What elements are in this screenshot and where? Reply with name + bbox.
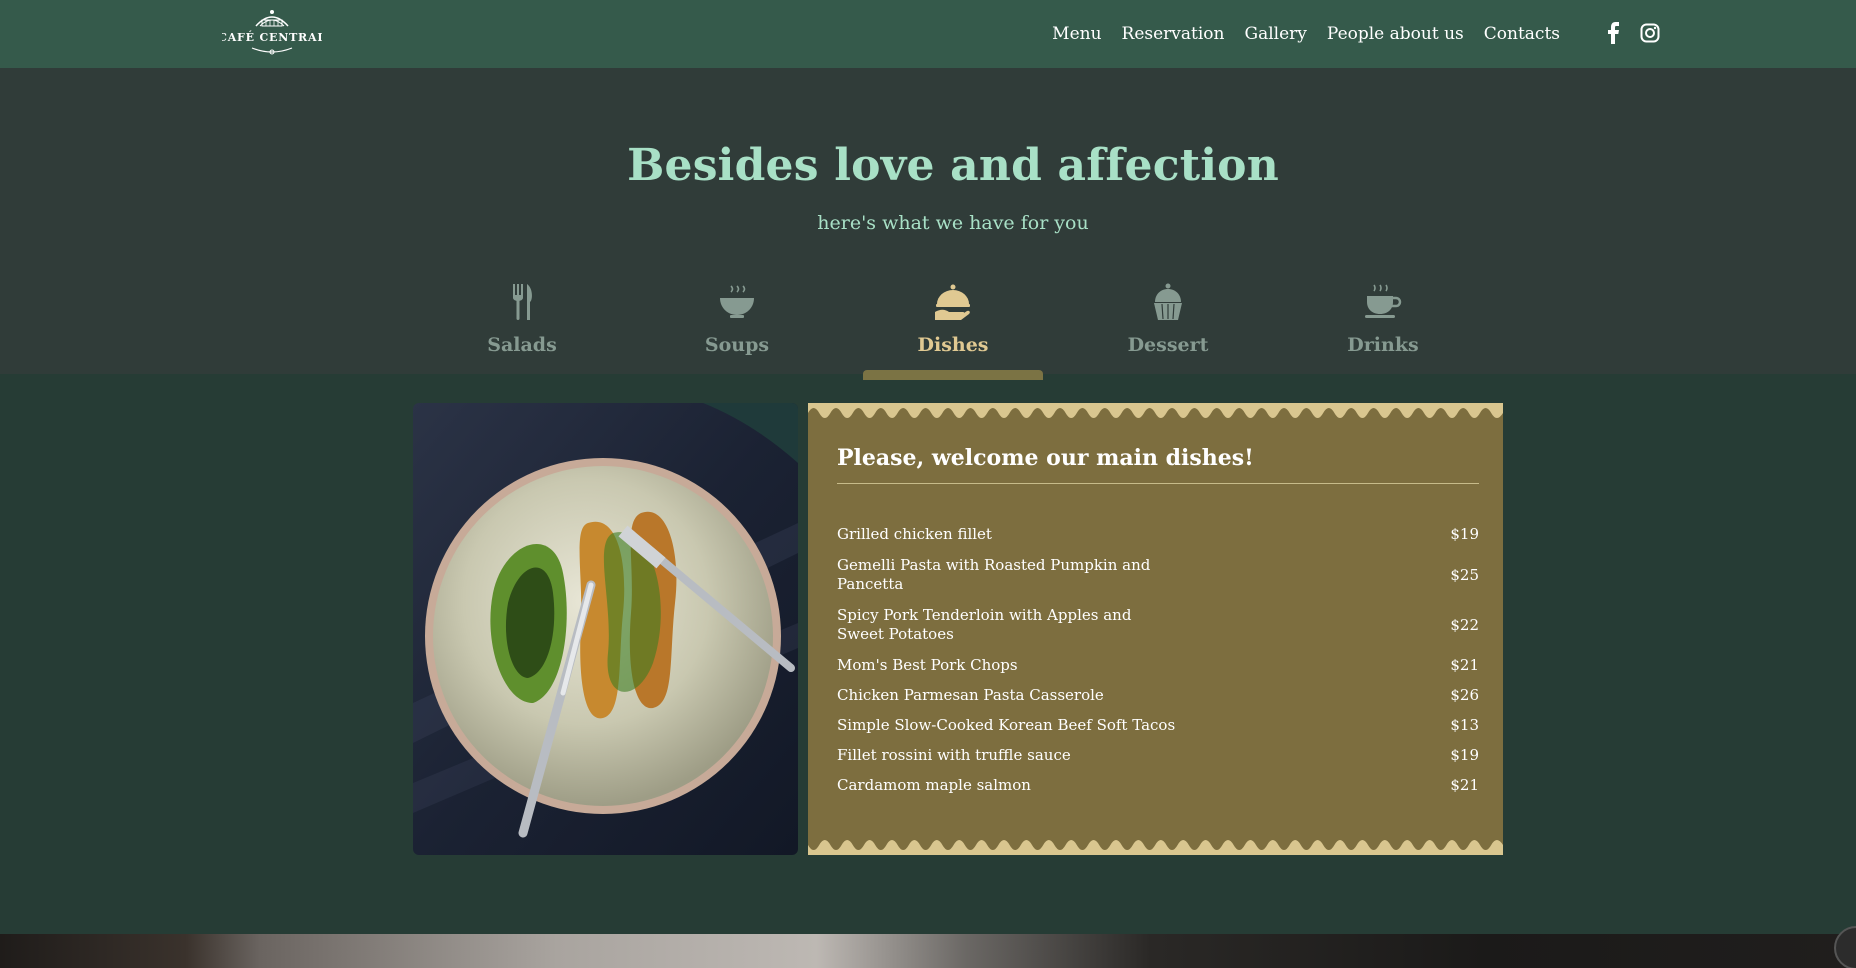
menu-item: Fillet rossini with truffle sauce $19 <box>837 745 1479 765</box>
serving-cloche-icon <box>933 282 973 322</box>
menu-item-name: Grilled chicken fillet <box>837 524 992 543</box>
nav-reservation[interactable]: Reservation <box>1122 24 1225 44</box>
nav-contacts[interactable]: Contacts <box>1484 24 1560 44</box>
menu-category-tabs: Salads Soups Dishes Dessert Drinks <box>0 274 1856 380</box>
logo-text: CAFÉ CENTRAL <box>222 30 322 44</box>
tab-label: Soups <box>704 334 770 356</box>
nav-people-about-us[interactable]: People about us <box>1327 24 1464 44</box>
page-title: Besides love and affection <box>627 140 1279 191</box>
menu-item-price: $21 <box>1450 656 1479 674</box>
tab-dishes[interactable]: Dishes <box>863 274 1043 380</box>
menu-item: Grilled chicken fillet $19 <box>837 523 1479 545</box>
menu-item: Simple Slow-Cooked Korean Beef Soft Taco… <box>837 715 1479 735</box>
page-subtitle: here's what we have for you <box>817 212 1089 234</box>
tab-drinks[interactable]: Drinks <box>1293 274 1473 374</box>
dish-photo <box>413 403 798 855</box>
menu-items-list: Grilled chicken fillet $19 Gemelli Pasta… <box>837 523 1479 805</box>
dishes-menu-card: Please, welcome our main dishes! Grilled… <box>808 403 1503 855</box>
site-header: CAFÉ CENTRAL Menu Reservation Gallery Pe… <box>0 0 1856 68</box>
cafe-central-logo[interactable]: CAFÉ CENTRAL <box>218 6 325 60</box>
menu-item-price: $13 <box>1450 716 1479 734</box>
soup-bowl-icon <box>717 282 757 322</box>
next-section-image <box>0 934 1856 968</box>
menu-item-name: Cardamom maple salmon <box>837 775 1031 794</box>
menu-item-price: $21 <box>1450 776 1479 794</box>
menu-card-divider <box>837 483 1479 484</box>
tab-label: Dessert <box>1127 334 1209 356</box>
tab-label: Drinks <box>1347 334 1419 356</box>
menu-item-name: Fillet rossini with truffle sauce <box>837 745 1071 764</box>
facebook-icon[interactable] <box>1604 22 1624 48</box>
tab-soups[interactable]: Soups <box>647 274 827 374</box>
social-links <box>1604 22 1660 48</box>
menu-item-price: $25 <box>1450 566 1479 584</box>
menu-item: Spicy Pork Tenderloin with Apples and Sw… <box>837 605 1479 645</box>
menu-item: Gemelli Pasta with Roasted Pumpkin and P… <box>837 555 1479 595</box>
menu-item-price: $19 <box>1450 525 1479 543</box>
menu-item-name: Mom's Best Pork Chops <box>837 655 1018 674</box>
active-tab-indicator <box>863 370 1043 380</box>
tab-label: Salads <box>487 334 557 356</box>
menu-item-name: Gemelli Pasta with Roasted Pumpkin and P… <box>837 556 1151 593</box>
scallop-border-top <box>808 403 1503 419</box>
menu-item-price: $26 <box>1450 686 1479 704</box>
coffee-cup-icon <box>1363 282 1403 322</box>
menu-item-name: Spicy Pork Tenderloin with Apples and Sw… <box>837 606 1132 643</box>
menu-item-price: $19 <box>1450 746 1479 764</box>
menu-card-title: Please, welcome our main dishes! <box>837 445 1254 471</box>
nav-menu[interactable]: Menu <box>1052 24 1101 44</box>
menu-item: Cardamom maple salmon $21 <box>837 775 1479 795</box>
instagram-icon[interactable] <box>1640 23 1660 47</box>
menu-item-name: Simple Slow-Cooked Korean Beef Soft Taco… <box>837 715 1176 734</box>
tab-label: Dishes <box>917 334 989 356</box>
menu-item-name: Chicken Parmesan Pasta Casserole <box>837 685 1104 704</box>
main-nav: Menu Reservation Gallery People about us… <box>1052 0 1560 68</box>
menu-item: Mom's Best Pork Chops $21 <box>837 655 1479 675</box>
scallop-border-bottom <box>808 839 1503 855</box>
menu-item: Chicken Parmesan Pasta Casserole $26 <box>837 685 1479 705</box>
nav-gallery[interactable]: Gallery <box>1245 24 1307 44</box>
menu-item-price: $22 <box>1450 616 1479 634</box>
cutlery-icon <box>502 282 542 322</box>
menu-hero: Besides love and affection here's what w… <box>0 68 1856 380</box>
tab-dessert[interactable]: Dessert <box>1078 274 1258 374</box>
cupcake-icon <box>1148 282 1188 322</box>
tab-salads[interactable]: Salads <box>432 274 612 374</box>
